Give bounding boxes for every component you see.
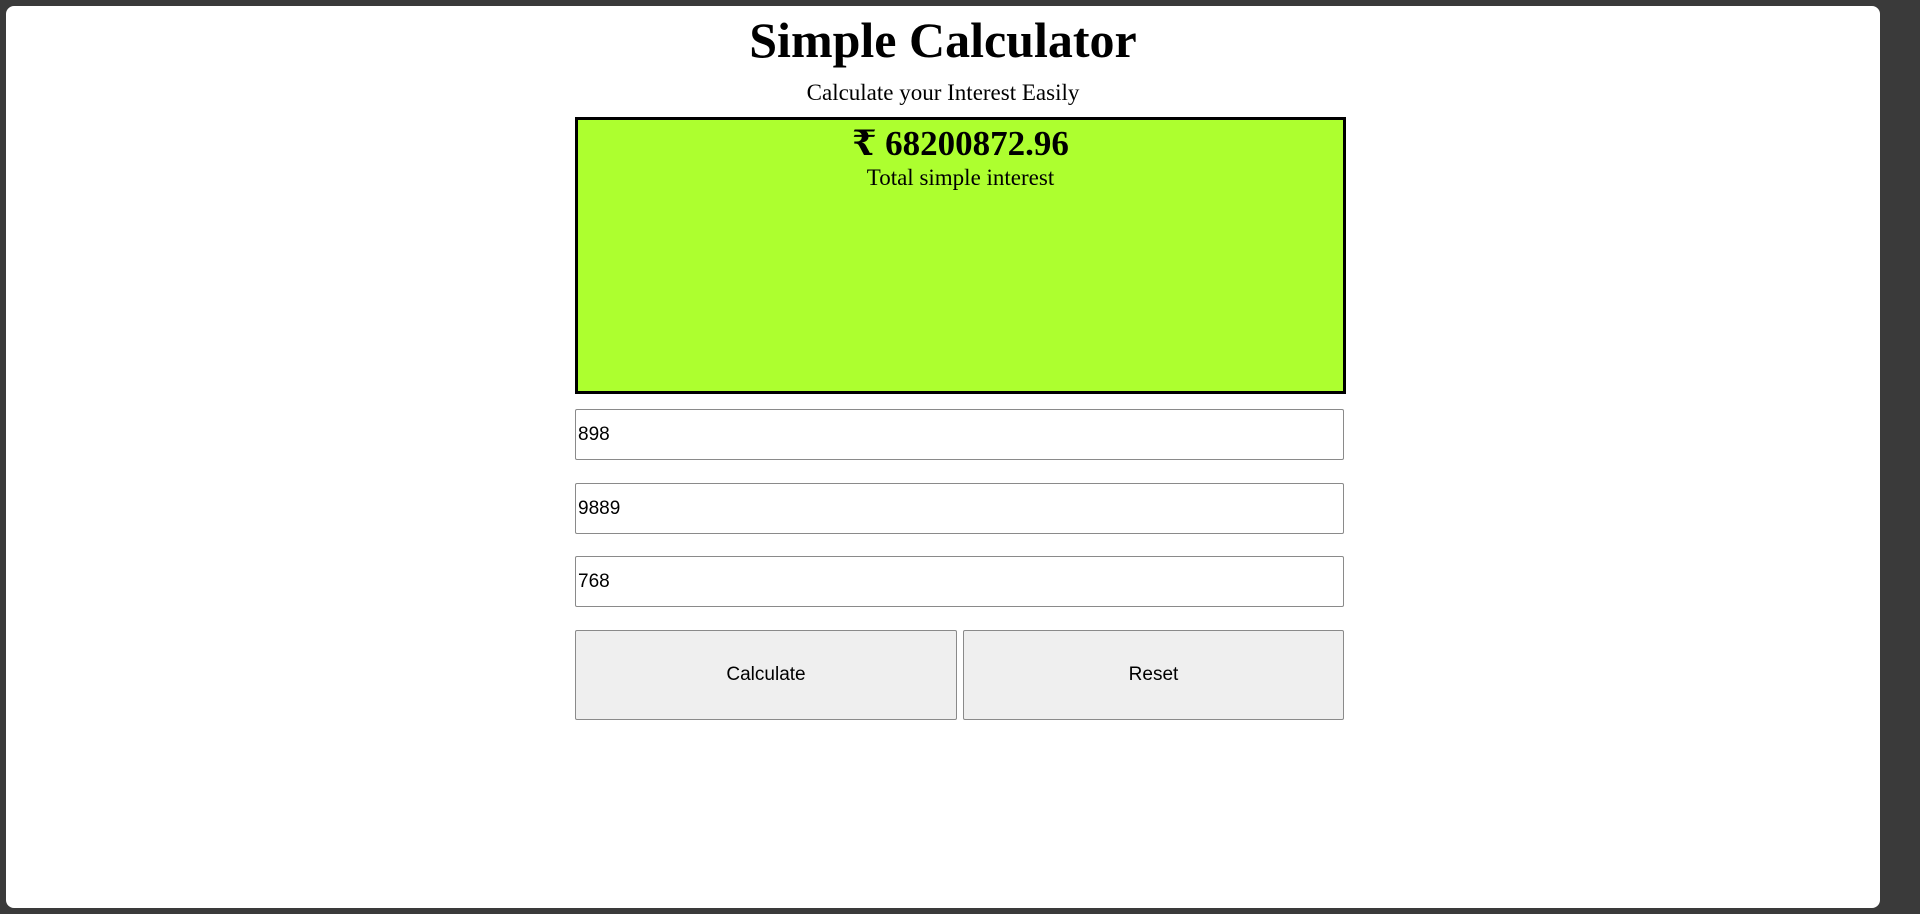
time-input[interactable] (575, 556, 1344, 607)
app-window: Simple Calculator Calculate your Interes… (6, 6, 1880, 908)
result-amount: ₹ 68200872.96 (852, 124, 1069, 163)
result-panel: ₹ 68200872.96 Total simple interest (575, 117, 1346, 394)
principal-input[interactable] (575, 409, 1344, 460)
result-label: Total simple interest (866, 165, 1055, 190)
page-title: Simple Calculator (749, 12, 1137, 68)
rate-input[interactable] (575, 483, 1344, 534)
calculate-button[interactable]: Calculate (575, 630, 957, 720)
reset-button[interactable]: Reset (963, 630, 1344, 720)
page-subtitle: Calculate your Interest Easily (806, 80, 1080, 105)
